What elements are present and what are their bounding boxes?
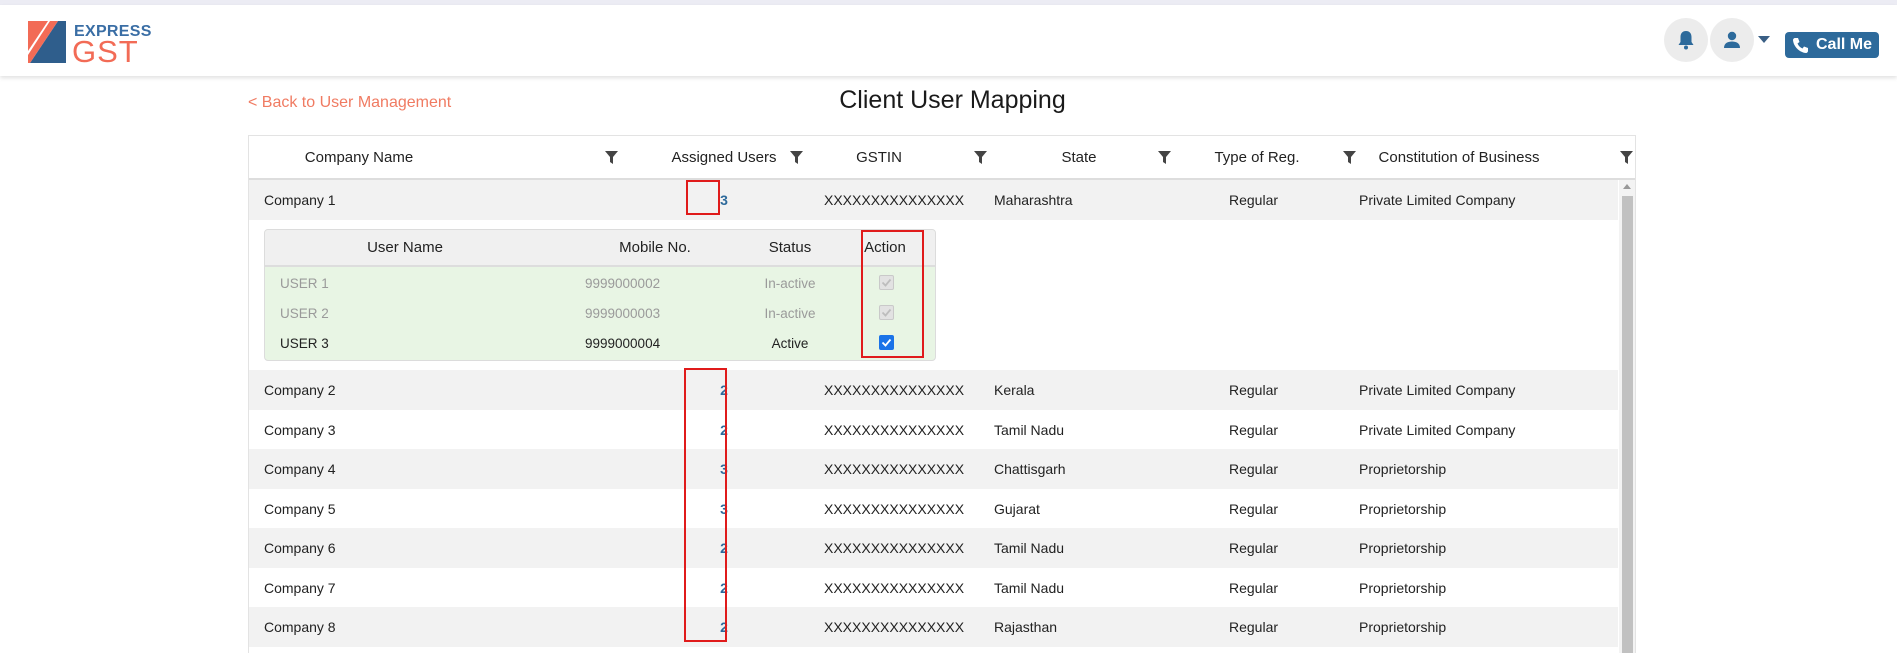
user-name-cell: USER 1 — [280, 275, 329, 291]
assigned-users-subtable: User Name Mobile No. Status Action USER … — [264, 229, 936, 361]
gstin-cell: XXXXXXXXXXXXXXX — [824, 540, 965, 556]
header-assigned-users[interactable]: Assigned Users — [644, 136, 804, 178]
state-cell: Maharashtra — [994, 192, 1073, 208]
filter-icon[interactable] — [1343, 151, 1356, 164]
constitution-cell: Private Limited Company — [1359, 382, 1516, 398]
company-name-cell: Company 4 — [264, 461, 336, 477]
table-row[interactable]: Company 5 3 XXXXXXXXXXXXXXX Gujarat Regu… — [249, 489, 1618, 529]
filter-icon[interactable] — [605, 151, 618, 164]
grid-header: Company Name Assigned Users GSTIN State … — [249, 136, 1635, 180]
subheader-user-name: User Name — [367, 239, 443, 256]
subtable-header: User Name Mobile No. Status Action — [265, 230, 935, 267]
user-row: USER 1 9999000002 In-active — [265, 268, 935, 298]
subheader-status: Status — [768, 239, 812, 256]
company-name-cell: Company 2 — [264, 382, 336, 398]
constitution-cell: Proprietorship — [1359, 580, 1447, 596]
reg-type-cell: Regular — [1229, 422, 1279, 438]
reg-type-cell: Regular — [1229, 540, 1279, 556]
status-cell: In-active — [764, 305, 816, 321]
subheader-mobile-no: Mobile No. — [619, 239, 691, 256]
page-title: Client User Mapping — [839, 86, 1066, 114]
gstin-cell: XXXXXXXXXXXXXXX — [824, 619, 965, 635]
state-cell: Chattisgarh — [994, 461, 1066, 477]
state-cell: Gujarat — [994, 501, 1040, 517]
user-icon — [1724, 31, 1740, 48]
filter-icon[interactable] — [1620, 151, 1633, 164]
table-row[interactable]: Company 4 3 XXXXXXXXXXXXXXX Chattisgarh … — [249, 449, 1618, 489]
bell-icon — [1678, 31, 1694, 50]
status-cell: In-active — [764, 275, 816, 291]
reg-type-cell: Regular — [1229, 382, 1279, 398]
mobile-cell: 9999000002 — [585, 275, 661, 291]
call-me-label: Call Me — [1815, 36, 1872, 53]
constitution-cell: Proprietorship — [1359, 501, 1447, 517]
user-row: USER 2 9999000003 In-active — [265, 298, 935, 328]
constitution-cell: Proprietorship — [1359, 619, 1447, 635]
chevron-down-icon[interactable] — [1758, 36, 1770, 43]
user-menu-button[interactable] — [1710, 18, 1754, 62]
gstin-cell: XXXXXXXXXXXXXXX — [824, 422, 965, 438]
company-name-cell: Company 1 — [264, 192, 336, 208]
company-name-cell: Company 6 — [264, 540, 336, 556]
company-name-cell: Company 8 — [264, 619, 336, 635]
user-row: USER 3 9999000004 Active — [265, 328, 935, 358]
table-row[interactable]: Company 1 3 XXXXXXXXXXXXXXX Maharashtra … — [249, 180, 1618, 220]
phone-icon — [1792, 38, 1808, 53]
header-gstin[interactable]: GSTIN — [809, 136, 949, 178]
highlight-box — [684, 368, 727, 642]
company-name-cell: Company 5 — [264, 501, 336, 517]
highlight-box — [861, 230, 924, 358]
constitution-cell: Proprietorship — [1359, 461, 1447, 477]
client-user-mapping-grid: Company Name Assigned Users GSTIN State … — [248, 135, 1636, 653]
constitution-cell: Private Limited Company — [1359, 192, 1516, 208]
gstin-cell: XXXXXXXXXXXXXXX — [824, 501, 965, 517]
table-row[interactable]: Company 7 2 XXXXXXXXXXXXXXX Tamil Nadu R… — [249, 568, 1618, 608]
gstin-cell: XXXXXXXXXXXXXXX — [824, 461, 965, 477]
logo-gst-text: GST — [72, 34, 139, 69]
state-cell: Tamil Nadu — [994, 540, 1065, 556]
table-row[interactable]: Company 2 2 XXXXXXXXXXXXXXX Kerala Regul… — [249, 370, 1618, 410]
header-state[interactable]: State — [989, 136, 1169, 178]
constitution-cell: Private Limited Company — [1359, 422, 1516, 438]
scrollbar-thumb[interactable] — [1622, 196, 1633, 653]
mobile-cell: 9999000004 — [585, 335, 661, 351]
company-name-cell: Company 3 — [264, 422, 336, 438]
notifications-button[interactable] — [1664, 18, 1708, 62]
gstin-cell: XXXXXXXXXXXXXXX — [824, 580, 965, 596]
mobile-cell: 9999000003 — [585, 305, 661, 321]
table-row[interactable]: Company 8 2 XXXXXXXXXXXXXXX Rajasthan Re… — [249, 607, 1618, 647]
scroll-up-icon[interactable] — [1623, 184, 1631, 189]
state-cell: Tamil Nadu — [994, 580, 1065, 596]
company-name-cell: Company 7 — [264, 580, 336, 596]
state-cell: Rajasthan — [994, 619, 1058, 635]
header-constitution-of-business[interactable]: Constitution of Business — [1359, 136, 1559, 178]
state-cell: Tamil Nadu — [994, 422, 1065, 438]
logo-mark-icon — [28, 21, 66, 63]
user-name-cell: USER 2 — [280, 305, 329, 321]
filter-icon[interactable] — [974, 151, 987, 164]
filter-icon[interactable] — [1158, 151, 1171, 164]
reg-type-cell: Regular — [1229, 461, 1279, 477]
header-type-of-reg[interactable]: Type of Reg. — [1177, 136, 1337, 178]
express-gst-logo[interactable]: EXPRESS GST — [28, 21, 151, 69]
gstin-cell: XXXXXXXXXXXXXXX — [824, 192, 965, 208]
header-company-name[interactable]: Company Name — [249, 136, 469, 178]
state-cell: Kerala — [994, 382, 1035, 398]
reg-type-cell: Regular — [1229, 580, 1279, 596]
highlight-box — [686, 180, 720, 215]
status-cell: Active — [771, 335, 809, 351]
reg-type-cell: Regular — [1229, 619, 1279, 635]
table-row[interactable]: Company 6 2 XXXXXXXXXXXXXXX Tamil Nadu R… — [249, 528, 1618, 568]
call-me-button[interactable]: Call Me — [1785, 32, 1879, 58]
filter-icon[interactable] — [790, 151, 803, 164]
reg-type-cell: Regular — [1229, 501, 1279, 517]
app-header: EXPRESS GST Call Me — [0, 5, 1897, 76]
constitution-cell: Proprietorship — [1359, 540, 1447, 556]
reg-type-cell: Regular — [1229, 192, 1279, 208]
gstin-cell: XXXXXXXXXXXXXXX — [824, 382, 965, 398]
table-row[interactable]: Company 3 2 XXXXXXXXXXXXXXX Tamil Nadu R… — [249, 410, 1618, 450]
user-name-cell: USER 3 — [280, 335, 329, 351]
